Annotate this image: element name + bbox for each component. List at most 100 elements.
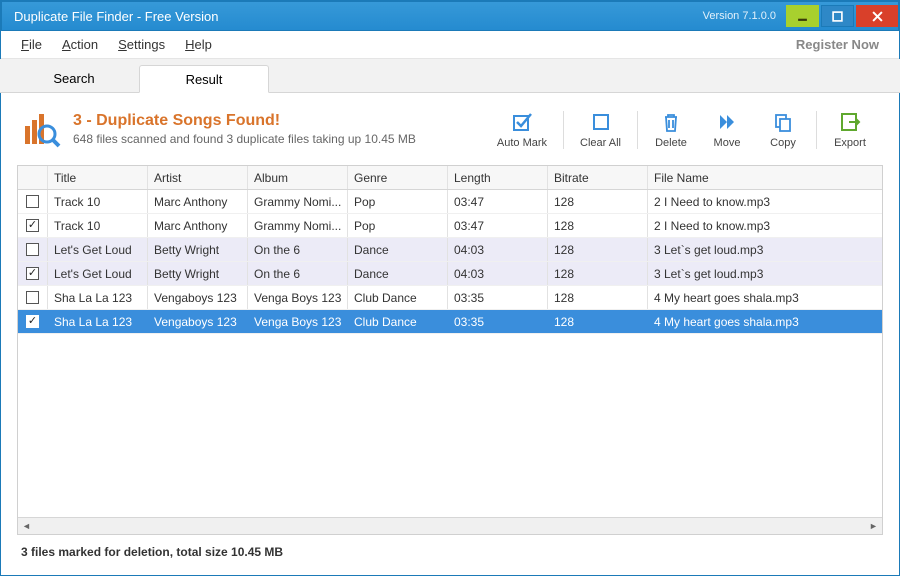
col-length[interactable]: Length — [448, 166, 548, 189]
menu-action[interactable]: Action — [52, 33, 108, 56]
cell-album: Grammy Nomi... — [248, 190, 348, 213]
col-bitrate[interactable]: Bitrate — [548, 166, 648, 189]
table-header: Title Artist Album Genre Length Bitrate … — [18, 166, 882, 190]
row-checkbox[interactable] — [26, 315, 39, 328]
cell-length: 03:47 — [448, 190, 548, 213]
cell-genre: Club Dance — [348, 310, 448, 333]
menu-file[interactable]: FFileile — [11, 33, 52, 56]
tab-search[interactable]: Search — [9, 64, 139, 92]
maximize-button[interactable] — [821, 5, 854, 27]
move-button[interactable]: Move — [700, 107, 754, 153]
table-row[interactable]: Let's Get LoudBetty WrightOn the 6Dance0… — [18, 262, 882, 286]
cell-genre: Club Dance — [348, 286, 448, 309]
minimize-button[interactable] — [786, 5, 819, 27]
toolbar: Auto Mark Clear All Delete Move Copy Exp… — [487, 107, 877, 153]
export-button[interactable]: Export — [823, 107, 877, 153]
col-filename[interactable]: File Name — [648, 166, 882, 189]
titlebar[interactable]: Duplicate File Finder - Free Version Ver… — [1, 1, 899, 31]
cell-artist: Betty Wright — [148, 262, 248, 285]
cell-bitrate: 128 — [548, 286, 648, 309]
cell-album: Venga Boys 123 — [248, 310, 348, 333]
cell-filename: 4 My heart goes shala.mp3 — [648, 286, 882, 309]
register-now-link[interactable]: Register Now — [786, 33, 889, 56]
cell-title: Track 10 — [48, 214, 148, 237]
cell-artist: Marc Anthony — [148, 214, 248, 237]
cell-genre: Dance — [348, 262, 448, 285]
table-row[interactable]: Track 10Marc AnthonyGrammy Nomi...Pop03:… — [18, 190, 882, 214]
cell-artist: Vengaboys 123 — [148, 310, 248, 333]
cell-filename: 2 I Need to know.mp3 — [648, 214, 882, 237]
table-row[interactable]: Sha La La 123Vengaboys 123Venga Boys 123… — [18, 310, 882, 334]
window-title: Duplicate File Finder - Free Version — [14, 9, 218, 24]
cell-length: 04:03 — [448, 238, 548, 261]
cell-artist: Betty Wright — [148, 238, 248, 261]
cell-album: On the 6 — [248, 238, 348, 261]
found-subtitle: 648 files scanned and found 3 duplicate … — [73, 132, 416, 146]
menubar: FFileile Action Settings Help Register N… — [1, 31, 899, 59]
cell-filename: 4 My heart goes shala.mp3 — [648, 310, 882, 333]
cell-title: Sha La La 123 — [48, 310, 148, 333]
menu-settings[interactable]: Settings — [108, 33, 175, 56]
table-row[interactable]: Sha La La 123Vengaboys 123Venga Boys 123… — [18, 286, 882, 310]
trash-icon — [660, 111, 682, 133]
export-icon — [839, 111, 861, 133]
cell-filename: 2 I Need to know.mp3 — [648, 190, 882, 213]
cell-length: 03:35 — [448, 310, 548, 333]
cell-album: On the 6 — [248, 262, 348, 285]
maximize-icon — [832, 11, 843, 22]
cell-length: 03:47 — [448, 214, 548, 237]
scroll-right-icon[interactable]: ► — [865, 518, 882, 535]
col-title[interactable]: Title — [48, 166, 148, 189]
row-checkbox[interactable] — [26, 291, 39, 304]
cell-title: Sha La La 123 — [48, 286, 148, 309]
cell-genre: Pop — [348, 190, 448, 213]
cell-filename: 3 Let`s get loud.mp3 — [648, 238, 882, 261]
cell-genre: Dance — [348, 238, 448, 261]
tab-result[interactable]: Result — [139, 65, 269, 93]
cell-genre: Pop — [348, 214, 448, 237]
cell-length: 03:35 — [448, 286, 548, 309]
table-row[interactable]: Let's Get LoudBetty WrightOn the 6Dance0… — [18, 238, 882, 262]
move-icon — [716, 111, 738, 133]
cell-album: Grammy Nomi... — [248, 214, 348, 237]
menu-help[interactable]: Help — [175, 33, 222, 56]
version-label: Version 7.1.0.0 — [703, 10, 776, 22]
row-checkbox[interactable] — [26, 195, 39, 208]
cell-bitrate: 128 — [548, 310, 648, 333]
cell-title: Let's Get Loud — [48, 238, 148, 261]
cell-album: Venga Boys 123 — [248, 286, 348, 309]
table-row[interactable]: Track 10Marc AnthonyGrammy Nomi...Pop03:… — [18, 214, 882, 238]
cell-bitrate: 128 — [548, 190, 648, 213]
duplicate-found-icon — [23, 112, 63, 148]
cell-bitrate: 128 — [548, 238, 648, 261]
results-table: Title Artist Album Genre Length Bitrate … — [17, 165, 883, 535]
close-button[interactable] — [856, 5, 898, 27]
cell-length: 04:03 — [448, 262, 548, 285]
delete-button[interactable]: Delete — [644, 107, 698, 153]
cell-artist: Vengaboys 123 — [148, 286, 248, 309]
copy-icon — [772, 111, 794, 133]
automark-button[interactable]: Auto Mark — [487, 107, 557, 153]
col-checkbox[interactable] — [18, 166, 48, 189]
scroll-left-icon[interactable]: ◄ — [18, 518, 35, 535]
status-bar: 3 files marked for deletion, total size … — [17, 535, 883, 569]
horizontal-scrollbar[interactable]: ◄ ► — [18, 517, 882, 534]
automark-icon — [511, 111, 533, 133]
found-title: 3 - Duplicate Songs Found! — [73, 112, 416, 130]
row-checkbox[interactable] — [26, 243, 39, 256]
result-header: 3 - Duplicate Songs Found! 648 files sca… — [17, 93, 883, 165]
col-genre[interactable]: Genre — [348, 166, 448, 189]
col-album[interactable]: Album — [248, 166, 348, 189]
row-checkbox[interactable] — [26, 267, 39, 280]
col-artist[interactable]: Artist — [148, 166, 248, 189]
copy-button[interactable]: Copy — [756, 107, 810, 153]
cell-bitrate: 128 — [548, 214, 648, 237]
minimize-icon — [797, 11, 808, 22]
row-checkbox[interactable] — [26, 219, 39, 232]
clearall-button[interactable]: Clear All — [570, 107, 631, 153]
cell-artist: Marc Anthony — [148, 190, 248, 213]
cell-title: Track 10 — [48, 190, 148, 213]
close-icon — [872, 11, 883, 22]
cell-bitrate: 128 — [548, 262, 648, 285]
table-body: Track 10Marc AnthonyGrammy Nomi...Pop03:… — [18, 190, 882, 517]
